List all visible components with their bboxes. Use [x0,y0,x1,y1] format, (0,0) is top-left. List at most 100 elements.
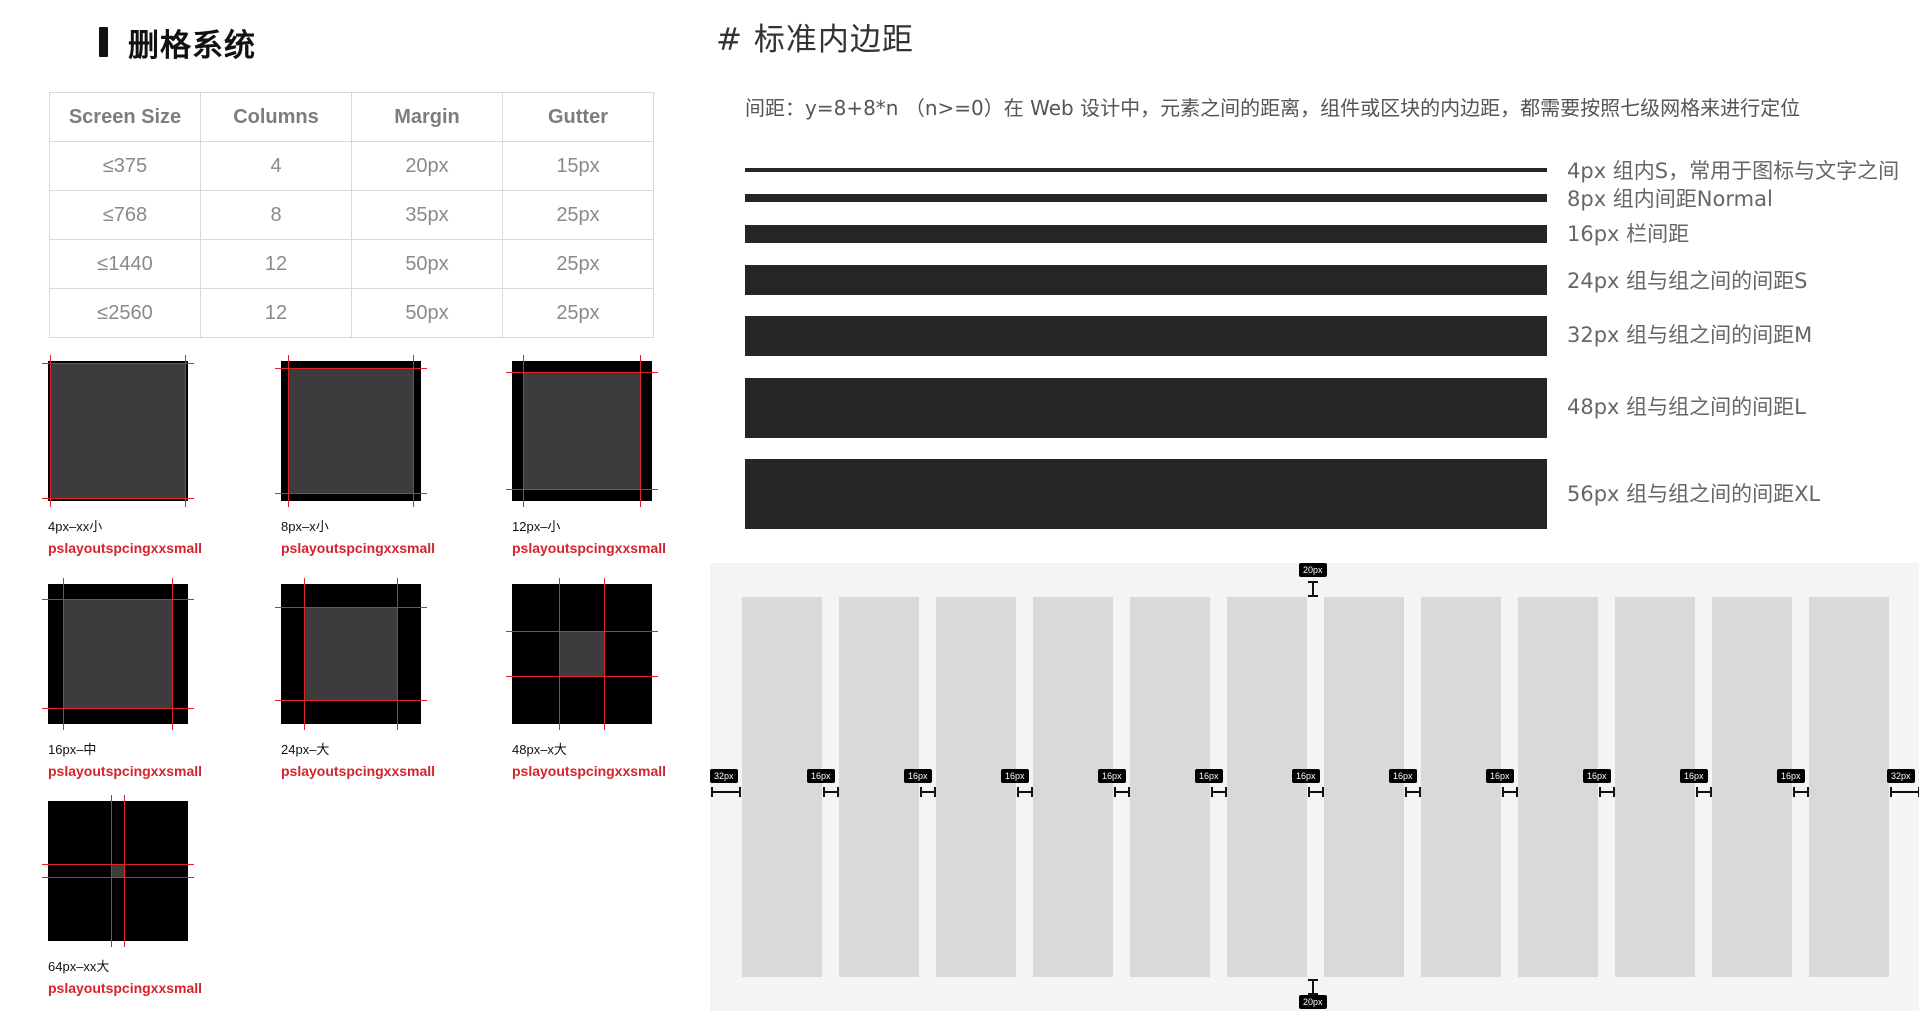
guide-line [413,355,414,507]
gutter-tag: 16px [1001,769,1029,783]
spacing-token: pslayoutspcingxxsmall [281,763,436,779]
gutter-tag: 16px [1292,769,1320,783]
guide-line [50,355,51,507]
gutter-bracket [823,787,839,797]
grid-column [839,597,919,977]
guide-line [304,578,305,730]
grid-column [1033,597,1113,977]
guide-line [124,795,125,947]
padding-bar-16px [745,225,1547,243]
spacing-inner-area [288,368,414,494]
right-margin-bracket [1890,787,1919,797]
guide-line [42,498,194,499]
padding-bar-4px [745,168,1547,172]
spacing-inner-area [559,631,605,677]
guide-line [604,578,605,730]
bottom-margin-bracket [1308,979,1318,995]
gutter-tag: 16px [1680,769,1708,783]
gutter-bracket [920,787,936,797]
padding-bar-8px [745,194,1547,202]
spacing-card-12px: 12px–小 pslayoutspcingxxsmall [506,355,722,556]
right-margin-tag: 32px [1887,769,1915,783]
spacing-inner-area [50,363,186,499]
grid-column [1324,597,1404,977]
guide-line [640,355,641,507]
header-gutter: Gutter [502,92,654,142]
padding-bar-48px [745,378,1547,438]
spacing-inner-area [304,607,398,701]
spacing-name: 16px–中 [48,742,97,757]
header-margin: Margin [351,92,503,142]
padding-description: 间距：y=8+8*n （n>=0）在 Web 设计中，元素之间的距离，组件或区块… [745,96,1801,120]
cell-margin: 20px [351,141,503,191]
table-row: ≤375 4 20px 15px [49,141,654,191]
gutter-bracket [1405,787,1421,797]
padding-bar-56px [745,459,1547,529]
grid-column [1518,597,1598,977]
guide-line [275,368,427,369]
grid-column [1615,597,1695,977]
spacing-sample [42,795,194,947]
gutter-tag: 16px [1583,769,1611,783]
gutter-bracket [1599,787,1615,797]
spacing-name: 4px–xx小 [48,519,103,534]
grid-title-text: 删格系统 [128,27,256,64]
guide-line [506,489,658,490]
cell-margin: 35px [351,190,503,240]
grid-section-title: 删格系统 [99,20,256,64]
padding-label: 32px 组与组之间的间距M [1567,323,1813,347]
cell-margin: 50px [351,288,503,338]
gutter-bracket [1211,787,1227,797]
padding-label: 16px 栏间距 [1567,222,1690,246]
spacing-token: pslayoutspcingxxsmall [48,540,203,556]
gutter-tag: 16px [1486,769,1514,783]
cell-screen-size: ≤768 [49,190,201,240]
cell-screen-size: ≤2560 [49,288,201,338]
gutter-bracket [1696,787,1712,797]
spacing-sample [275,355,427,507]
header-screen-size: Screen Size [49,92,201,142]
grid-column [1421,597,1501,977]
gutter-bracket [1793,787,1809,797]
padding-bar-24px [745,265,1547,295]
cell-columns: 8 [200,190,352,240]
guide-line [42,708,194,709]
table-header-row: Screen Size Columns Margin Gutter [49,92,654,142]
left-margin-bracket [711,787,741,797]
guide-line [397,578,398,730]
title-accent-bar [99,27,108,57]
spacing-name: 48px–x大 [512,742,567,757]
grid-column [742,597,822,977]
spacing-inner-area [523,372,641,490]
spacing-sample [42,355,194,507]
guide-line [275,493,427,494]
gutter-tag: 16px [1389,769,1417,783]
guide-line [559,578,560,730]
header-columns: Columns [200,92,352,142]
grid-column [1809,597,1889,977]
guide-line [42,864,194,865]
guide-line [42,599,194,600]
padding-label: 4px 组内S，常用于图标与文字之间 [1567,159,1900,183]
left-margin-tag: 32px [710,769,738,783]
spacing-token: pslayoutspcingxxsmall [48,763,203,779]
guide-line [506,372,658,373]
spacing-name: 24px–大 [281,742,330,757]
spacing-inner-area [111,864,125,878]
cell-margin: 50px [351,239,503,289]
table-row: ≤1440 12 50px 25px [49,239,654,289]
breakpoint-table: Screen Size Columns Margin Gutter ≤375 4… [49,92,654,338]
cell-gutter: 15px [502,141,654,191]
spacing-sample [275,578,427,730]
grid-column [1227,597,1307,977]
spacing-sample [42,578,194,730]
spacing-sample [506,355,658,507]
guide-line [275,700,427,701]
gutter-tag: 16px [807,769,835,783]
bottom-margin-tag: 20px [1299,995,1327,1009]
cell-gutter: 25px [502,288,654,338]
spacing-token: pslayoutspcingxxsmall [512,540,667,556]
padding-bar-32px [745,316,1547,356]
gutter-bracket [1308,787,1324,797]
guide-line [275,607,427,608]
